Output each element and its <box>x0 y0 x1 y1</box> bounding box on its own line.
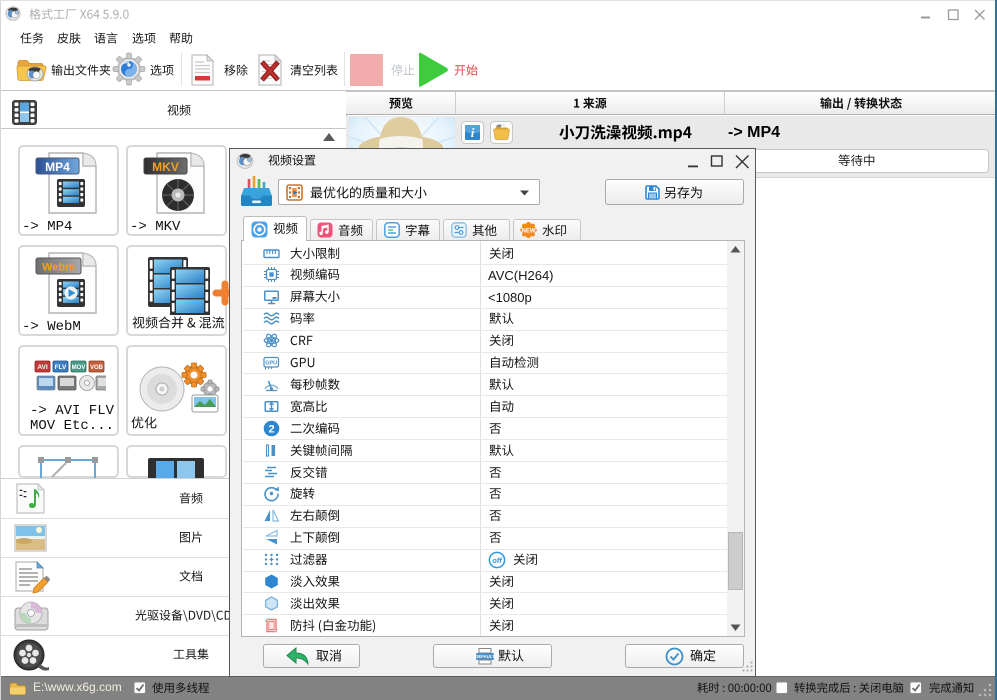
svg-text:AVI: AVI <box>37 364 48 371</box>
svg-text:off: off <box>492 555 503 564</box>
svg-text:MP4: MP4 <box>45 160 70 174</box>
svg-text:i: i <box>471 125 475 140</box>
svg-text:NEW: NEW <box>522 229 536 235</box>
svg-text:VOB: VOB <box>90 365 104 371</box>
svg-text:Webm: Webm <box>42 262 75 274</box>
svg-text:MOV: MOV <box>72 365 86 371</box>
svg-text:2: 2 <box>268 423 274 435</box>
svg-text:FLV: FLV <box>55 364 67 371</box>
svg-text:DEFAULT: DEFAULT <box>475 654 495 659</box>
svg-text:GPU: GPU <box>265 361 277 367</box>
svg-text:MKV: MKV <box>152 160 179 174</box>
